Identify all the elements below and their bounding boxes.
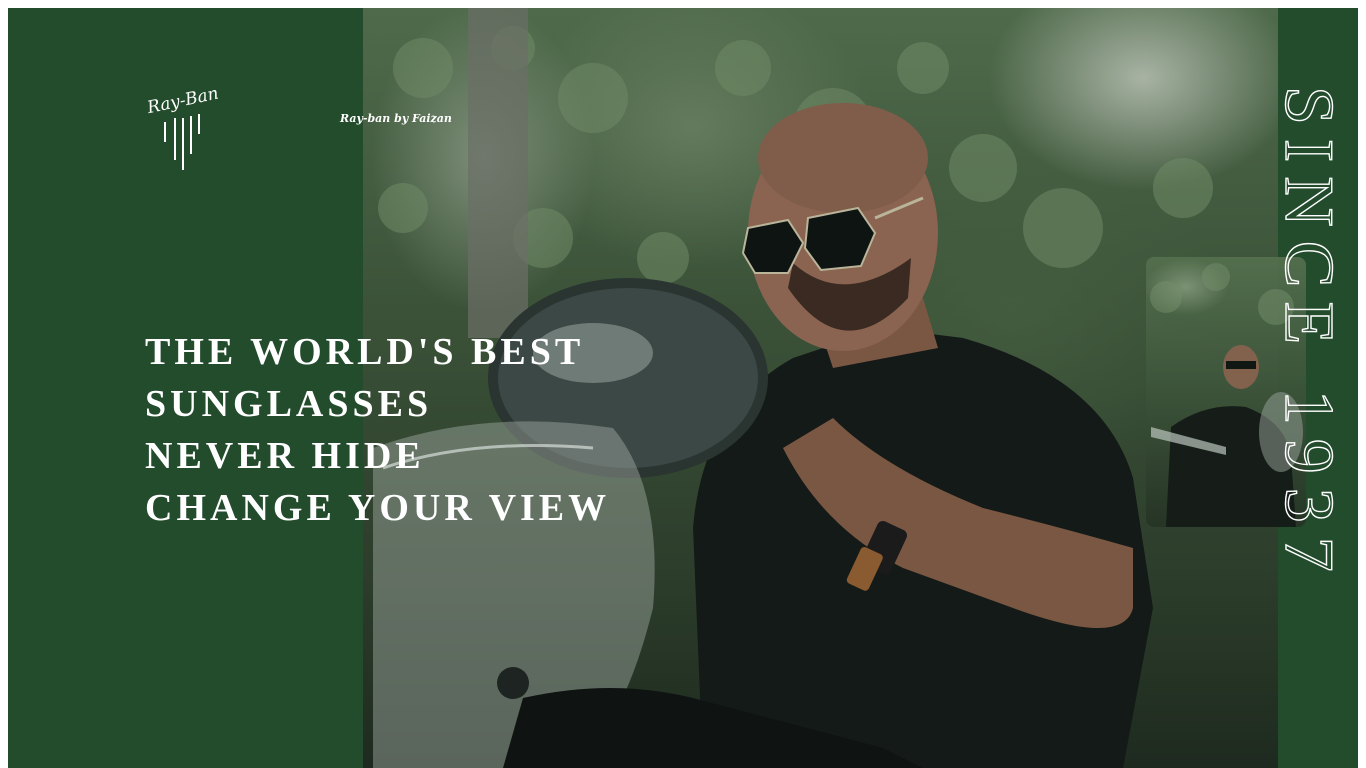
page-frame: Ray-Ban Ray-ban by Faizan THE WORLD'S BE… — [8, 8, 1358, 768]
hero-headline: THE WORLD'S BEST SUNGLASSES NEVER HIDE C… — [145, 326, 610, 534]
headline-line-4: CHANGE YOUR VIEW — [145, 487, 611, 529]
headline-line-2: SUNGLASSES — [145, 383, 433, 425]
rayban-logo[interactable]: Ray-Ban — [143, 78, 223, 178]
since-1937-text: SINCE 1937 — [1270, 86, 1346, 586]
author-credit: Ray-ban by Faizan — [340, 112, 452, 125]
headline-line-3: NEVER HIDE — [145, 435, 425, 477]
headline-line-1: THE WORLD'S BEST — [145, 331, 585, 373]
svg-text:Ray-Ban: Ray-Ban — [145, 84, 221, 119]
rayban-logo-icon: Ray-Ban — [145, 84, 221, 170]
since-1937-vertical-text: SINCE 1937 — [1269, 86, 1346, 586]
